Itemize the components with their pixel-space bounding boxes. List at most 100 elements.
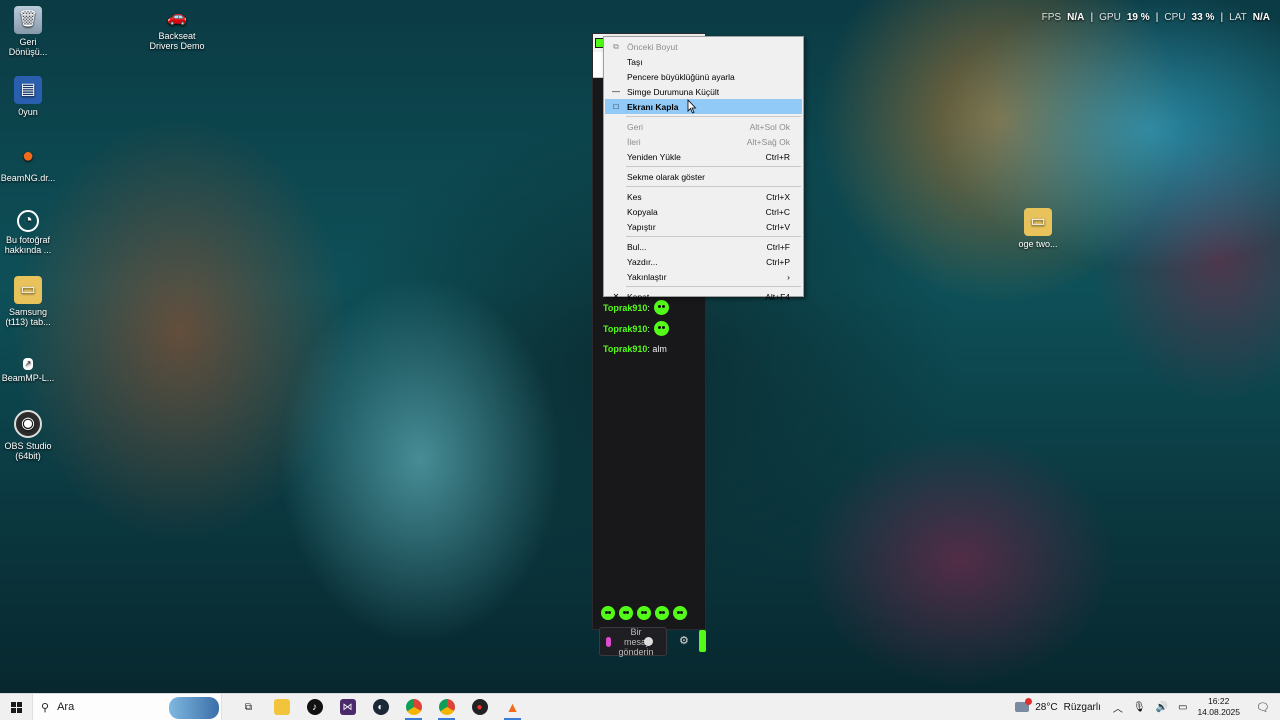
gpu-value: 19 % xyxy=(1126,12,1150,23)
gear-icon[interactable]: ⚙ xyxy=(679,634,689,647)
menu-item-close[interactable]: ✕ Kapat Alt+F4 xyxy=(605,289,802,304)
chat-username[interactable]: Toprak910 xyxy=(603,324,647,334)
chevron-up-icon[interactable]: ︿ xyxy=(1113,700,1123,715)
clock[interactable]: 16:22 14.08.2025 xyxy=(1197,696,1240,718)
steam-button[interactable]: ◐ xyxy=(364,694,397,720)
chrome-icon xyxy=(438,699,455,715)
tray-icons: ︿ 🎙 🔊 ▭ xyxy=(1113,700,1188,715)
maximize-icon: □ xyxy=(613,102,619,111)
desktop-icon-0yun[interactable]: ▤ 0yun xyxy=(0,76,56,117)
task-view-button[interactable]: ⧉ xyxy=(232,694,265,720)
desktop-icon-oge[interactable]: ▭ oge two... xyxy=(1010,208,1066,249)
menu-separator xyxy=(626,286,801,287)
weather-temp: 28°C xyxy=(1035,701,1058,713)
chat-username[interactable]: Toprak910 xyxy=(603,303,647,313)
menu-item-restore[interactable]: ⧉ Önceki Boyut xyxy=(605,39,802,54)
microphone-icon[interactable]: 🎙 xyxy=(1133,702,1146,713)
overlay-separator: | xyxy=(1090,12,1094,23)
desktop-icon-photo-info[interactable]: ◔ Bu fotoğraf hakkında ... xyxy=(0,210,56,255)
weather-icon xyxy=(1015,698,1033,712)
start-button[interactable] xyxy=(0,694,32,720)
recycle-bin-icon: 🗑 xyxy=(14,6,42,34)
cpu-value: 33 % xyxy=(1191,12,1215,23)
weather-desc: Rüzgarlı xyxy=(1063,701,1101,713)
desktop-icon-obs[interactable]: ◉ OBS Studio (64bit) xyxy=(0,410,56,461)
performance-overlay: FPS N/A | GPU 19 % | CPU 33 % | LAT N/A xyxy=(1042,12,1270,23)
desktop-icon-label: Samsung (t113) tab... xyxy=(5,307,51,327)
menu-item-minimize[interactable]: — Simge Durumuna Küçült xyxy=(605,84,802,99)
system-tray: 28°C Rüzgarlı ︿ 🎙 🔊 ▭ 16:22 14.08.2025 🗨 xyxy=(1015,694,1280,720)
search-icon: ⚲ xyxy=(41,701,50,714)
folder-icon: ▭ xyxy=(14,276,42,304)
chrome-button[interactable] xyxy=(397,694,430,720)
steam-icon: ◐ xyxy=(372,699,389,715)
overlay-separator: | xyxy=(1220,12,1224,23)
chrome-icon xyxy=(405,699,422,715)
tiktok-button[interactable]: ♪ xyxy=(298,694,331,720)
window-context-menu: ⧉ Önceki Boyut Taşı Pencere büyüklüğünü … xyxy=(603,36,804,302)
overlay-separator: | xyxy=(1155,12,1159,23)
emote-icon[interactable] xyxy=(637,606,651,620)
restore-icon: ⧉ xyxy=(613,41,619,51)
taskbar-apps: ⧉ ♪ ⋈ ◐ ● ▲ xyxy=(232,694,529,720)
beammp-button[interactable]: ▲ xyxy=(496,694,529,720)
menu-item-find[interactable]: Bul... Ctrl+F xyxy=(605,239,802,254)
desktop-icon-label: Bu fotoğraf hakkında ... xyxy=(4,235,52,255)
emote-icon[interactable] xyxy=(655,606,669,620)
emote-icon[interactable] xyxy=(673,606,687,620)
quick-emote-bar xyxy=(601,606,687,620)
emoji-picker-icon[interactable] xyxy=(644,637,653,646)
taskbar-search[interactable]: ⚲ Ara xyxy=(32,693,222,720)
desktop-icon-label: BeamMP-L... xyxy=(1,373,55,383)
desktop-icon-samsung[interactable]: ▭ Samsung (t113) tab... xyxy=(0,276,56,327)
menu-item-back[interactable]: Geri Alt+Sol Ok xyxy=(605,119,802,134)
desktop-icon-label: oge two... xyxy=(1018,239,1058,249)
microphone-icon[interactable] xyxy=(606,636,611,647)
desktop-icon-recycle-bin[interactable]: 🗑 Geri Dönüşü... xyxy=(0,6,56,57)
menu-item-paste[interactable]: Yapıştır Ctrl+V xyxy=(605,219,802,234)
windows-logo-icon xyxy=(10,701,22,713)
search-highlight-image[interactable] xyxy=(169,696,219,719)
menu-item-cut[interactable]: Kes Ctrl+X xyxy=(605,189,802,204)
folder-icon: ▭ xyxy=(1024,208,1052,236)
file-explorer-button[interactable] xyxy=(265,694,298,720)
gpu-label: GPU xyxy=(1099,12,1121,23)
file-explorer-icon xyxy=(273,699,290,715)
menu-item-reload[interactable]: Yeniden Yükle Ctrl+R xyxy=(605,149,802,164)
beamng-button[interactable]: ● xyxy=(463,694,496,720)
chat-username[interactable]: Toprak910 xyxy=(603,344,647,354)
menu-separator xyxy=(626,186,801,187)
chat-message-input[interactable]: Bir mesaj gönderin xyxy=(599,627,667,657)
tiktok-icon: ♪ xyxy=(306,699,323,715)
menu-separator xyxy=(626,236,801,237)
emote-icon[interactable] xyxy=(601,606,615,620)
folder-icon: ▤ xyxy=(14,76,42,104)
menu-item-move[interactable]: Taşı xyxy=(605,54,802,69)
fps-label: FPS xyxy=(1041,12,1062,23)
desktop-icon-beamng[interactable]: ● BeamNG.dr... xyxy=(0,142,56,183)
menu-item-show-as-tab[interactable]: Sekme olarak göster xyxy=(605,169,802,184)
network-icon[interactable]: ▭ xyxy=(1178,702,1187,713)
menu-item-maximize[interactable]: □ Ekranı Kapla xyxy=(605,99,802,114)
visual-studio-icon: ⋈ xyxy=(339,699,356,715)
search-placeholder: Ara xyxy=(57,701,75,713)
shortcut-icon: ↗ xyxy=(23,358,33,370)
visual-studio-button[interactable]: ⋈ xyxy=(331,694,364,720)
clock-time: 16:22 xyxy=(1208,696,1230,706)
notifications-icon[interactable]: 🗨 xyxy=(1252,701,1274,714)
chrome-button[interactable] xyxy=(430,694,463,720)
menu-item-copy[interactable]: Kopyala Ctrl+C xyxy=(605,204,802,219)
menu-item-zoom[interactable]: Yakınlaştır › xyxy=(605,269,802,284)
menu-separator xyxy=(626,166,801,167)
menu-item-forward[interactable]: İleri Alt+Sağ Ok xyxy=(605,134,802,149)
lat-label: LAT xyxy=(1229,12,1247,23)
weather-widget[interactable]: 28°C Rüzgarlı xyxy=(1015,698,1101,713)
task-view-icon: ⧉ xyxy=(244,701,253,713)
desktop-icon-backseat-drivers[interactable]: 🚗 Backseat Drivers Demo xyxy=(148,8,206,52)
menu-item-size[interactable]: Pencere büyüklüğünü ayarla xyxy=(605,69,802,84)
desktop-icon-beammp[interactable]: ↗ BeamMP-L... xyxy=(0,358,56,383)
volume-icon[interactable]: 🔊 xyxy=(1156,702,1168,713)
emote-icon[interactable] xyxy=(619,606,633,620)
send-button[interactable] xyxy=(699,630,706,652)
menu-item-print[interactable]: Yazdır... Ctrl+P xyxy=(605,254,802,269)
